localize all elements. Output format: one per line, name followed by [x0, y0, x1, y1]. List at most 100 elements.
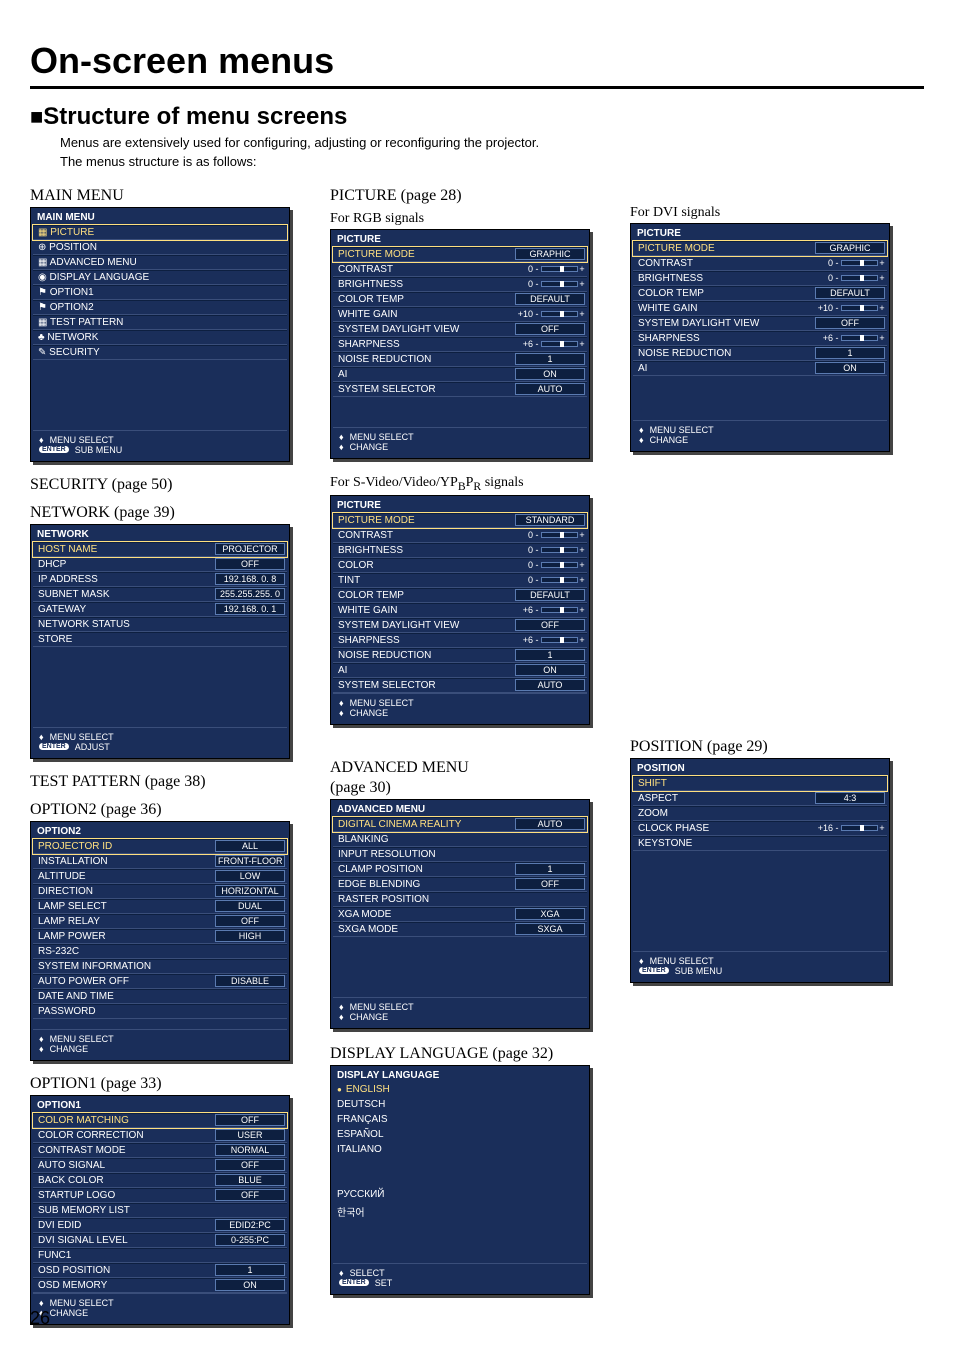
language-option[interactable]: DEUTSCH [333, 1098, 587, 1113]
menu-row[interactable]: PASSWORD [33, 1004, 287, 1019]
row-slider[interactable]: +10-+ [515, 309, 585, 319]
menu-row[interactable]: SUB MEMORY LIST [33, 1203, 287, 1218]
menu-row[interactable]: COLOR CORRECTIONUSER [33, 1128, 287, 1143]
menu-row[interactable]: DIGITAL CINEMA REALITYAUTO [333, 817, 587, 832]
menu-row[interactable]: NOISE REDUCTION1 [333, 352, 587, 367]
language-option[interactable] [333, 1233, 587, 1248]
language-option[interactable] [333, 1158, 587, 1173]
menu-row[interactable]: KEYSTONE [633, 836, 887, 851]
menu-row[interactable]: COLOR MATCHINGOFF [33, 1113, 287, 1128]
language-option[interactable] [333, 1173, 587, 1188]
menu-row[interactable]: PICTURE MODEGRAPHIC [333, 247, 587, 262]
menu-row[interactable]: RASTER POSITION [333, 892, 587, 907]
row-slider[interactable]: 0-+ [515, 575, 585, 585]
menu-row[interactable]: OSD POSITION1 [33, 1263, 287, 1278]
menu-row[interactable]: ▦ TEST PATTERN [33, 315, 287, 330]
menu-row[interactable]: ALTITUDELOW [33, 869, 287, 884]
menu-row[interactable]: BRIGHTNESS0-+ [633, 271, 887, 286]
menu-row[interactable]: ASPECT4:3 [633, 791, 887, 806]
row-slider[interactable]: 0-+ [515, 545, 585, 555]
menu-row[interactable]: NOISE REDUCTION1 [333, 648, 587, 663]
menu-row[interactable]: STORE [33, 632, 287, 647]
menu-row[interactable]: CONTRAST0-+ [633, 256, 887, 271]
menu-row[interactable]: COLOR TEMPDEFAULT [333, 292, 587, 307]
menu-row[interactable]: DVI EDIDEDID2:PC [33, 1218, 287, 1233]
menu-row[interactable]: SYSTEM DAYLIGHT VIEWOFF [333, 618, 587, 633]
menu-row[interactable]: PROJECTOR IDALL [33, 839, 287, 854]
menu-row[interactable]: AION [633, 361, 887, 376]
menu-row[interactable]: EDGE BLENDINGOFF [333, 877, 587, 892]
menu-row[interactable]: ▦ ADVANCED MENU [33, 255, 287, 270]
menu-row[interactable]: ♣ NETWORK [33, 330, 287, 345]
menu-row[interactable]: TINT0-+ [333, 573, 587, 588]
menu-row[interactable]: LAMP RELAYOFF [33, 914, 287, 929]
menu-row[interactable]: SHIFT [633, 776, 887, 791]
menu-row[interactable]: IP ADDRESS192.168. 0. 8 [33, 572, 287, 587]
menu-row[interactable]: BRIGHTNESS0-+ [333, 543, 587, 558]
menu-row[interactable]: SYSTEM DAYLIGHT VIEWOFF [333, 322, 587, 337]
row-slider[interactable]: +10-+ [815, 303, 885, 313]
menu-row[interactable]: CONTRAST0-+ [333, 262, 587, 277]
menu-row[interactable]: XGA MODEXGA [333, 907, 587, 922]
menu-row[interactable]: BACK COLORBLUE [33, 1173, 287, 1188]
language-option[interactable]: РУССКИЙ [333, 1188, 587, 1203]
menu-row[interactable]: SHARPNESS+6-+ [333, 337, 587, 352]
menu-row[interactable]: ⊕ POSITION [33, 240, 287, 255]
language-option[interactable] [333, 1248, 587, 1263]
menu-row[interactable]: RS-232C [33, 944, 287, 959]
menu-row[interactable]: DATE AND TIME [33, 989, 287, 1004]
row-slider[interactable]: +6-+ [515, 339, 585, 349]
menu-row[interactable]: SHARPNESS+6-+ [633, 331, 887, 346]
menu-row[interactable]: INSTALLATIONFRONT-FLOOR [33, 854, 287, 869]
menu-row[interactable]: LAMP POWERHIGH [33, 929, 287, 944]
menu-row[interactable]: LAMP SELECTDUAL [33, 899, 287, 914]
row-slider[interactable]: +6-+ [515, 605, 585, 615]
menu-row[interactable]: OSD MEMORYON [33, 1278, 287, 1293]
menu-row[interactable]: CONTRAST MODENORMAL [33, 1143, 287, 1158]
menu-row[interactable]: ⚑ OPTION2 [33, 300, 287, 315]
menu-row[interactable]: ◉ DISPLAY LANGUAGE [33, 270, 287, 285]
menu-row[interactable]: ✎ SECURITY [33, 345, 287, 360]
language-option[interactable]: FRANÇAIS [333, 1113, 587, 1128]
menu-row[interactable]: HOST NAMEPROJECTOR [33, 542, 287, 557]
menu-row[interactable]: FUNC1 [33, 1248, 287, 1263]
menu-row[interactable]: COLOR TEMPDEFAULT [633, 286, 887, 301]
menu-row[interactable]: STARTUP LOGOOFF [33, 1188, 287, 1203]
menu-row[interactable]: SYSTEM SELECTORAUTO [333, 382, 587, 397]
row-slider[interactable]: 0-+ [515, 279, 585, 289]
row-slider[interactable]: 0-+ [515, 264, 585, 274]
row-slider[interactable]: 0-+ [515, 560, 585, 570]
menu-row[interactable]: COLOR TEMPDEFAULT [333, 588, 587, 603]
row-slider[interactable]: +6-+ [815, 333, 885, 343]
menu-row[interactable]: AUTO POWER OFFDISABLE [33, 974, 287, 989]
menu-row[interactable]: DIRECTIONHORIZONTAL [33, 884, 287, 899]
menu-row[interactable]: AUTO SIGNALOFF [33, 1158, 287, 1173]
language-option[interactable]: 한국어 [333, 1203, 587, 1218]
language-option[interactable]: ITALIANO [333, 1143, 587, 1158]
row-slider[interactable]: +16-+ [815, 823, 885, 833]
menu-row[interactable]: SHARPNESS+6-+ [333, 633, 587, 648]
language-option[interactable] [333, 1218, 587, 1233]
language-option[interactable]: ESPAÑOL [333, 1128, 587, 1143]
menu-row[interactable]: CLOCK PHASE+16-+ [633, 821, 887, 836]
menu-row[interactable]: ZOOM [633, 806, 887, 821]
menu-row[interactable]: WHITE GAIN+10-+ [633, 301, 887, 316]
menu-row[interactable]: CONTRAST0-+ [333, 528, 587, 543]
menu-row[interactable]: COLOR0-+ [333, 558, 587, 573]
menu-row[interactable]: BRIGHTNESS0-+ [333, 277, 587, 292]
menu-row[interactable]: AION [333, 367, 587, 382]
menu-row[interactable]: INPUT RESOLUTION [333, 847, 587, 862]
menu-row[interactable]: SYSTEM INFORMATION [33, 959, 287, 974]
menu-row[interactable]: AION [333, 663, 587, 678]
menu-row[interactable]: SUBNET MASK255.255.255. 0 [33, 587, 287, 602]
menu-row[interactable]: PICTURE MODESTANDARD [333, 513, 587, 528]
menu-row[interactable]: CLAMP POSITION1 [333, 862, 587, 877]
menu-row[interactable]: ▦ PICTURE [33, 225, 287, 240]
menu-row[interactable]: DVI SIGNAL LEVEL0-255:PC [33, 1233, 287, 1248]
menu-row[interactable]: SYSTEM DAYLIGHT VIEWOFF [633, 316, 887, 331]
menu-row[interactable]: BLANKING [333, 832, 587, 847]
menu-row[interactable]: SXGA MODESXGA [333, 922, 587, 937]
menu-row[interactable]: SYSTEM SELECTORAUTO [333, 678, 587, 693]
row-slider[interactable]: 0-+ [815, 273, 885, 283]
row-slider[interactable]: +6-+ [515, 635, 585, 645]
